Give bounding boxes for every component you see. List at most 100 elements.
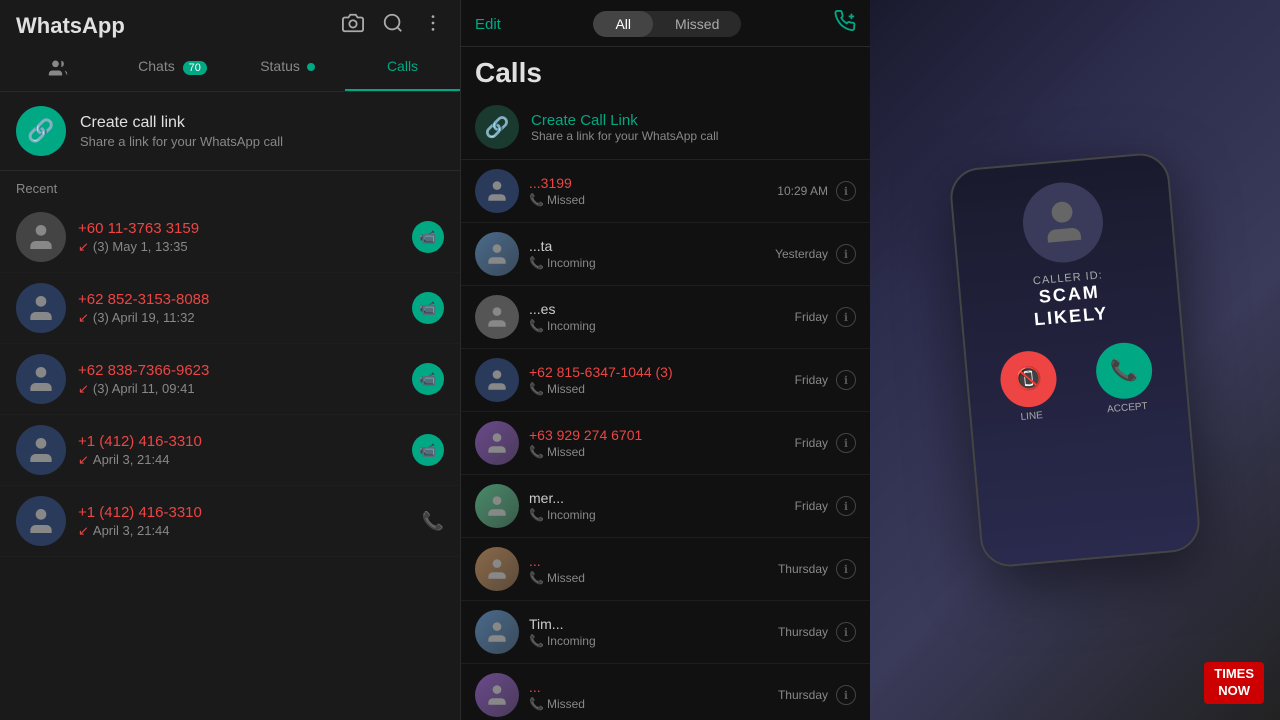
middle-avatar	[475, 484, 519, 528]
accept-button[interactable]: 📞	[1094, 341, 1155, 402]
left-call-list: +60 11-3763 3159 ↙ (3) May 1, 13:35 📹 +6…	[0, 202, 460, 720]
middle-call-sub: 📞 Incoming	[529, 256, 765, 270]
new-call-button[interactable]	[834, 10, 856, 38]
left-call-item[interactable]: +62 838-7366-9623 ↙ (3) April 11, 09:41 …	[0, 344, 460, 415]
avatar	[16, 283, 66, 333]
middle-call-info: +63 929 274 6701 📞 Missed	[529, 427, 785, 459]
call-buttons: 📵 LINE 📞 ACCEPT	[998, 341, 1156, 425]
nav-tabs: Chats 70 Status Calls	[0, 40, 460, 92]
filter-missed-button[interactable]: Missed	[653, 11, 741, 37]
accept-wrap: 📞 ACCEPT	[1094, 341, 1156, 417]
call-info: +60 11-3763 3159 ↙ (3) May 1, 13:35	[78, 220, 400, 255]
phone-screen: CALLER ID: SCAMLIKELY 📵 LINE 📞 ACCEPT	[950, 153, 1200, 566]
edit-button[interactable]: Edit	[475, 16, 501, 33]
middle-call-right: Friday ℹ	[795, 496, 856, 516]
info-icon[interactable]: ℹ	[836, 685, 856, 705]
middle-call-info: ... 📞 Missed	[529, 553, 768, 585]
phone-call-icon[interactable]: 📞	[422, 511, 444, 532]
left-call-item[interactable]: +1 (412) 416-3310 ↙ April 3, 21:44 📹	[0, 415, 460, 486]
middle-call-item[interactable]: ...ta 📞 Incoming Yesterday ℹ	[461, 223, 870, 286]
middle-call-item[interactable]: +62 815-6347-1044 (3) 📞 Missed Friday ℹ	[461, 349, 870, 412]
middle-call-sub: 📞 Missed	[529, 697, 768, 711]
tab-calls[interactable]: Calls	[345, 48, 460, 91]
call-name: +1 (412) 416-3310	[78, 433, 400, 450]
middle-call-name: ...ta	[529, 238, 765, 254]
left-panel: WhatsApp	[0, 0, 460, 720]
decline-label: LINE	[1020, 410, 1043, 423]
call-action: 📹	[412, 292, 444, 324]
middle-call-sub: 📞 Incoming	[529, 319, 785, 333]
call-action: 📞	[422, 511, 444, 532]
video-call-icon[interactable]: 📹	[412, 434, 444, 466]
middle-call-name: ...	[529, 553, 768, 569]
info-icon[interactable]: ℹ	[836, 433, 856, 453]
middle-avatar	[475, 547, 519, 591]
info-icon[interactable]: ℹ	[836, 370, 856, 390]
link-icon: 🔗	[16, 106, 66, 156]
info-icon[interactable]: ℹ	[836, 622, 856, 642]
middle-call-sub: 📞 Incoming	[529, 634, 768, 648]
right-panel: CALLER ID: SCAMLIKELY 📵 LINE 📞 ACCEPT TI…	[870, 0, 1280, 720]
tab-people[interactable]	[0, 48, 115, 91]
status-dot	[307, 63, 315, 71]
info-icon[interactable]: ℹ	[836, 307, 856, 327]
left-call-item[interactable]: +1 (412) 416-3310 ↙ April 3, 21:44 📞	[0, 486, 460, 557]
call-action: 📹	[412, 363, 444, 395]
tab-status[interactable]: Status	[230, 48, 345, 91]
middle-call-item[interactable]: +63 929 274 6701 📞 Missed Friday ℹ	[461, 412, 870, 475]
middle-avatar	[475, 232, 519, 276]
video-call-icon[interactable]: 📹	[412, 363, 444, 395]
camera-icon[interactable]	[342, 12, 364, 40]
middle-create-link[interactable]: 🔗 Create Call Link Share a link for your…	[461, 95, 870, 160]
middle-call-info: ...es 📞 Incoming	[529, 301, 785, 333]
call-info: +62 838-7366-9623 ↙ (3) April 11, 09:41	[78, 362, 400, 397]
tab-chats[interactable]: Chats 70	[115, 48, 230, 91]
decline-button[interactable]: 📵	[998, 349, 1059, 410]
left-call-item[interactable]: +60 11-3763 3159 ↙ (3) May 1, 13:35 📹	[0, 202, 460, 273]
middle-call-item[interactable]: Tim... 📞 Incoming Thursday ℹ	[461, 601, 870, 664]
middle-call-name: ...es	[529, 301, 785, 317]
call-meta: ↙ April 3, 21:44	[78, 523, 410, 539]
middle-call-name: mer...	[529, 490, 785, 506]
more-icon[interactable]	[422, 12, 444, 40]
call-name: +1 (412) 416-3310	[78, 504, 410, 521]
info-icon[interactable]: ℹ	[836, 244, 856, 264]
middle-call-name: Tim...	[529, 616, 768, 632]
middle-call-info: ...3199 📞 Missed	[529, 175, 767, 207]
middle-call-item[interactable]: mer... 📞 Incoming Friday ℹ	[461, 475, 870, 538]
avatar	[16, 212, 66, 262]
middle-call-item[interactable]: ... 📞 Missed Thursday ℹ	[461, 664, 870, 720]
call-info: +1 (412) 416-3310 ↙ April 3, 21:44	[78, 504, 410, 539]
avatar	[16, 354, 66, 404]
left-call-item[interactable]: +62 852-3153-8088 ↙ (3) April 19, 11:32 …	[0, 273, 460, 344]
video-call-icon[interactable]: 📹	[412, 292, 444, 324]
middle-panel: Edit All Missed Calls 🔗 Create Call Link…	[460, 0, 870, 720]
filter-all-button[interactable]: All	[593, 11, 653, 37]
avatar	[16, 425, 66, 475]
info-icon[interactable]: ℹ	[836, 559, 856, 579]
middle-call-right: Thursday ℹ	[778, 622, 856, 642]
info-icon[interactable]: ℹ	[836, 496, 856, 516]
middle-call-right: Yesterday ℹ	[775, 244, 856, 264]
call-info: +62 852-3153-8088 ↙ (3) April 19, 11:32	[78, 291, 400, 326]
middle-call-right: Friday ℹ	[795, 307, 856, 327]
avatar	[16, 496, 66, 546]
call-meta: ↙ (3) April 11, 09:41	[78, 381, 400, 397]
middle-call-sub: 📞 Missed	[529, 193, 767, 207]
video-call-icon[interactable]: 📹	[412, 221, 444, 253]
middle-call-item[interactable]: ...3199 📞 Missed 10:29 AM ℹ	[461, 160, 870, 223]
middle-call-item[interactable]: ...es 📞 Incoming Friday ℹ	[461, 286, 870, 349]
middle-call-name: ...	[529, 679, 768, 695]
call-name: +62 852-3153-8088	[78, 291, 400, 308]
middle-link-icon: 🔗	[475, 105, 519, 149]
recent-label: Recent	[0, 171, 460, 202]
info-icon[interactable]: ℹ	[836, 181, 856, 201]
middle-call-sub: 📞 Missed	[529, 445, 785, 459]
create-call-link-item[interactable]: 🔗 Create call link Share a link for your…	[0, 92, 460, 171]
middle-link-text: Create Call Link Share a link for your W…	[531, 112, 718, 143]
phone-scene: CALLER ID: SCAMLIKELY 📵 LINE 📞 ACCEPT	[870, 0, 1280, 720]
accept-label: ACCEPT	[1107, 401, 1148, 415]
search-icon[interactable]	[382, 12, 404, 40]
phone-mockup: CALLER ID: SCAMLIKELY 📵 LINE 📞 ACCEPT	[948, 151, 1202, 569]
middle-call-item[interactable]: ... 📞 Missed Thursday ℹ	[461, 538, 870, 601]
